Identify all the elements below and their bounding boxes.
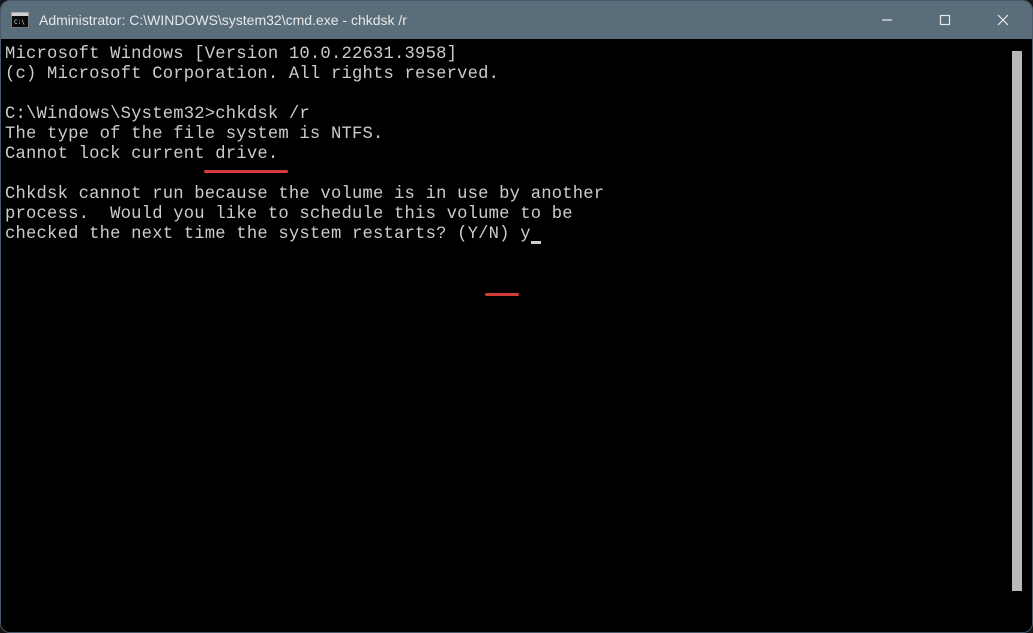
cmd-window: C:\ Administrator: C:\WINDOWS\system32\c…	[0, 0, 1033, 633]
prompt: C:\Windows\System32>	[5, 105, 215, 124]
prompt-question: checked the next time the system restart…	[5, 225, 520, 244]
minimize-button[interactable]	[858, 1, 916, 39]
window-title: Administrator: C:\WINDOWS\system32\cmd.e…	[39, 12, 858, 28]
window-controls	[858, 1, 1032, 39]
msg-line-2: process. Would you like to schedule this…	[5, 205, 573, 224]
lock-error-line: Cannot lock current drive.	[5, 145, 278, 164]
titlebar[interactable]: C:\ Administrator: C:\WINDOWS\system32\c…	[1, 1, 1032, 39]
annotation-underline-response	[485, 293, 519, 296]
terminal-body[interactable]: Microsoft Windows [Version 10.0.22631.39…	[1, 39, 1032, 632]
cursor	[531, 241, 541, 244]
user-response: y	[520, 225, 531, 244]
annotation-underline-command	[204, 170, 288, 173]
svg-text:C:\: C:\	[14, 19, 25, 26]
scrollbar[interactable]	[1010, 45, 1024, 626]
cmd-icon: C:\	[11, 11, 29, 29]
msg-line-1: Chkdsk cannot run because the volume is …	[5, 185, 604, 204]
copyright-line: (c) Microsoft Corporation. All rights re…	[5, 65, 499, 84]
close-button[interactable]	[974, 1, 1032, 39]
terminal-output: Microsoft Windows [Version 10.0.22631.39…	[5, 45, 1006, 626]
maximize-button[interactable]	[916, 1, 974, 39]
scrollbar-thumb[interactable]	[1012, 51, 1022, 591]
command-text: chkdsk /r	[215, 105, 310, 124]
fs-type-line: The type of the file system is NTFS.	[5, 125, 384, 144]
version-line: Microsoft Windows [Version 10.0.22631.39…	[5, 45, 457, 64]
